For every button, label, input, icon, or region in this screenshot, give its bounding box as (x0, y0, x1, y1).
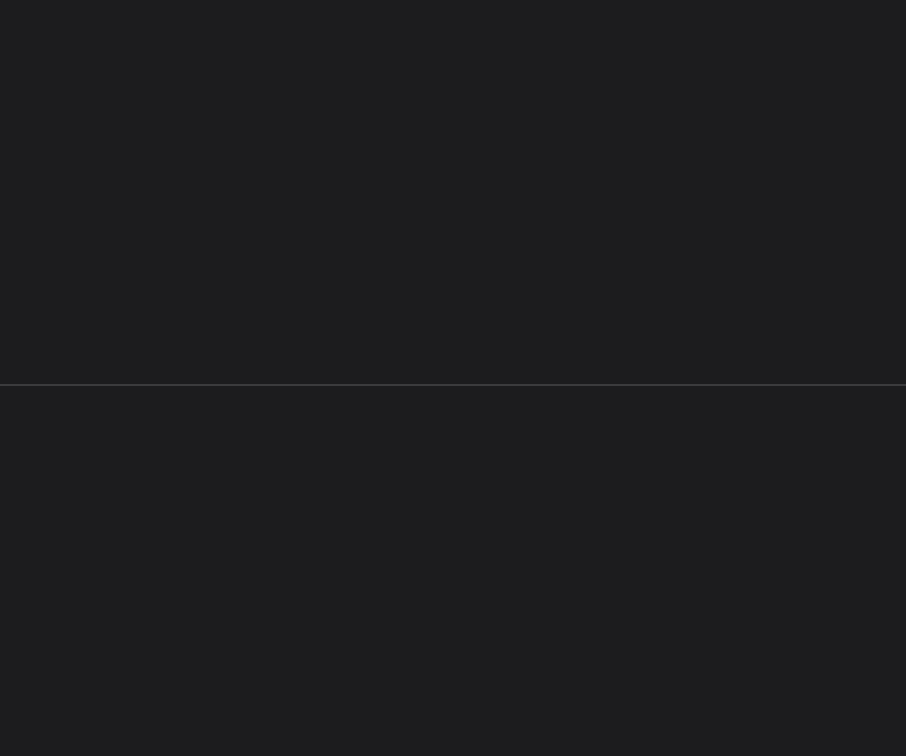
editor-pane (0, 0, 906, 384)
desktop-screen: dule type of file:///Users/yehjiajun/Des… (0, 0, 906, 756)
terminal-pane[interactable]: dule type of file:///Users/yehjiajun/Des… (0, 386, 906, 756)
